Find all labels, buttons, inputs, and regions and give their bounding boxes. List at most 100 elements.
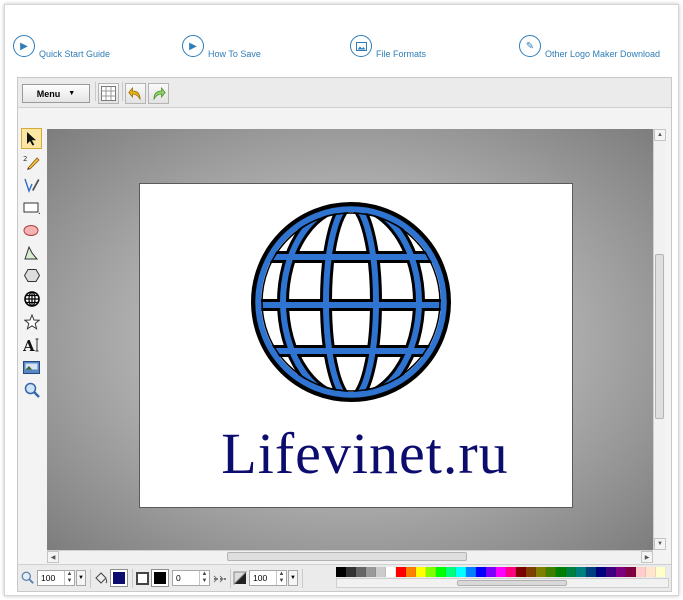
star-icon [23,313,40,330]
help-link-label: How To Save [208,49,261,59]
palette-swatch[interactable] [336,567,346,577]
palette-swatch[interactable] [496,567,506,577]
palette-swatch[interactable] [436,567,446,577]
path-icon [24,246,39,260]
scroll-up-icon[interactable]: ▲ [654,129,666,141]
canvas-workspace[interactable]: Lifevinet.ru [47,129,653,550]
palette-swatch[interactable] [506,567,516,577]
pen-tool[interactable] [21,174,42,195]
zoom-tool[interactable] [21,380,42,401]
star-tool[interactable] [21,311,42,332]
image-tool[interactable] [21,357,42,378]
fill-color-chip [113,572,125,584]
palette-row [336,567,666,577]
shape-library-tool[interactable] [21,288,42,309]
play-icon: ▶ [13,35,35,57]
palette-scroll-thumb[interactable] [457,580,567,586]
grid-icon [101,86,116,101]
stepper-icon[interactable]: ▲ ▼ [199,571,209,585]
how-to-save-link[interactable]: ▶ How To Save [182,35,261,59]
zoom-level-input[interactable]: 100 ▲ ▼ [37,570,75,586]
palette-swatch[interactable] [366,567,376,577]
palette-scrollbar[interactable] [336,578,669,588]
svg-text:A: A [23,337,35,353]
stroke-width-input[interactable]: 0 ▲ ▼ [172,570,210,586]
vertical-scroll-thumb[interactable] [655,254,664,419]
palette-swatch[interactable] [356,567,366,577]
palette-swatch[interactable] [446,567,456,577]
ellipse-icon [23,224,39,236]
palette-swatch[interactable] [546,567,556,577]
scroll-down-icon[interactable]: ▼ [654,538,666,550]
palette-swatch[interactable] [406,567,416,577]
app-frame: ▶ Quick Start Guide ▶ How To Save File F… [4,4,679,596]
palette-swatch[interactable] [556,567,566,577]
ellipse-tool[interactable] [21,220,42,241]
pen-tool-icon [24,178,40,193]
rectangle-tool[interactable] [21,197,42,218]
palette-swatch[interactable] [346,567,356,577]
undo-button[interactable] [125,83,146,104]
fill-color-swatch[interactable] [110,569,128,587]
palette-swatch[interactable] [526,567,536,577]
stepper-icon[interactable]: ▲ ▼ [276,571,286,585]
undo-icon [128,86,141,101]
logo-text[interactable]: Lifevinet.ru [180,420,550,488]
palette-swatch[interactable] [646,567,656,577]
stroke-color-swatch[interactable] [151,569,169,587]
palette-swatch[interactable] [476,567,486,577]
palette-swatch[interactable] [516,567,526,577]
palette-swatch[interactable] [456,567,466,577]
text-tool[interactable]: A [21,334,42,355]
palette-swatch[interactable] [586,567,596,577]
palette-swatch[interactable] [416,567,426,577]
palette-swatch[interactable] [486,567,496,577]
vertical-scrollbar[interactable]: ▲ ▼ [653,129,666,550]
text-icon: A [23,337,39,353]
quick-start-guide-link[interactable]: ▶ Quick Start Guide [13,35,110,59]
palette-swatch[interactable] [656,567,666,577]
horizontal-scroll-thumb[interactable] [227,552,467,561]
scroll-right-icon[interactable]: ▶ [641,551,653,563]
horizontal-scrollbar[interactable]: ◀ ▶ [47,550,653,563]
freehand-tool[interactable]: 2 [21,151,42,172]
stepper-icon[interactable]: ▲ ▼ [64,571,74,585]
toolbar-separator [90,569,91,588]
opacity-dropdown[interactable]: ▼ [288,570,298,586]
palette-swatch[interactable] [616,567,626,577]
stroke-style-icon[interactable] [213,574,227,584]
scroll-left-icon[interactable]: ◀ [47,551,59,563]
palette-swatch[interactable] [536,567,546,577]
opacity-input[interactable]: 100 ▲ ▼ [249,570,287,586]
opacity-value: 100 [253,573,268,583]
palette-swatch[interactable] [576,567,586,577]
palette-swatch[interactable] [606,567,616,577]
palette-swatch[interactable] [566,567,576,577]
globe-graphic [251,202,451,402]
palette-swatch[interactable] [396,567,406,577]
polygon-icon [23,269,40,283]
redo-icon [153,86,166,101]
help-links-bar: ▶ Quick Start Guide ▶ How To Save File F… [5,35,678,65]
logo-canvas[interactable]: Lifevinet.ru [139,183,573,508]
pointer-icon [27,132,36,146]
file-formats-link[interactable]: File Formats [350,35,427,59]
palette-swatch[interactable] [466,567,476,577]
redo-button[interactable] [148,83,169,104]
grid-toggle-button[interactable] [98,83,119,104]
tool-palette: 2 A [21,128,43,403]
other-logo-maker-download-link[interactable]: ✎ Other Logo Maker Download [519,35,660,59]
palette-swatch[interactable] [596,567,606,577]
select-tool[interactable] [21,128,42,149]
polygon-tool[interactable] [21,265,42,286]
path-tool[interactable] [21,242,42,263]
help-link-label: File Formats [376,49,427,59]
zoom-dropdown[interactable]: ▼ [76,570,86,586]
palette-swatch[interactable] [386,567,396,577]
palette-swatch[interactable] [636,567,646,577]
menu-button[interactable]: Menu ▼ [22,84,90,103]
fill-bucket-icon [95,572,108,584]
palette-swatch[interactable] [426,567,436,577]
palette-swatch[interactable] [626,567,636,577]
palette-swatch[interactable] [376,567,386,577]
